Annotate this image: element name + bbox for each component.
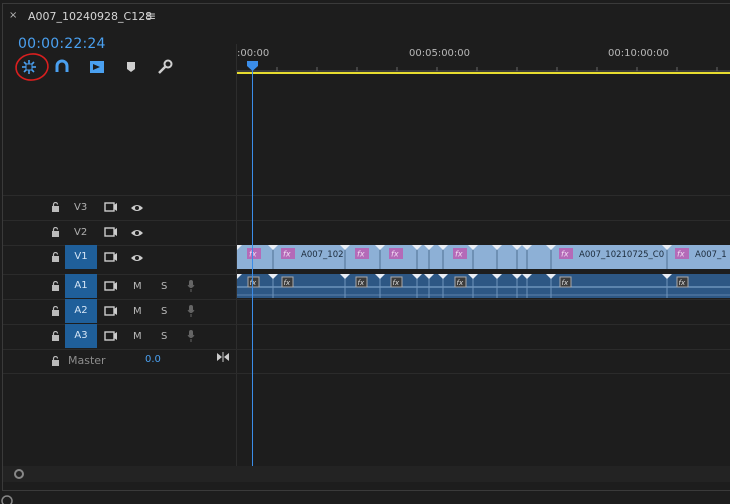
add-marker-icon[interactable] — [122, 58, 140, 76]
sync-lock-icon[interactable] — [104, 280, 118, 292]
linked-selection-icon[interactable] — [53, 58, 71, 76]
time-ruler[interactable] — [237, 60, 730, 72]
master-volume-value[interactable]: 0.0 — [145, 354, 161, 365]
svg-text:fx: fx — [250, 279, 257, 287]
svg-text:fx: fx — [677, 250, 685, 259]
solo-button[interactable]: S — [161, 281, 167, 292]
ruler-label-10min: 00:10:00:00 — [608, 48, 670, 59]
go-to-edit-icon[interactable] — [216, 352, 230, 362]
partial-icon — [1, 495, 13, 504]
track-label-v2: V2 — [74, 227, 88, 238]
timeline-settings-icon[interactable] — [156, 58, 174, 76]
track-target-a2[interactable]: A2 — [65, 299, 97, 323]
sync-lock-icon[interactable] — [104, 330, 118, 342]
svg-text:fx: fx — [284, 279, 291, 287]
playhead-handle[interactable] — [247, 61, 258, 71]
svg-text:fx: fx — [457, 279, 464, 287]
eye-icon[interactable] — [130, 228, 144, 238]
svg-text:fx: fx — [357, 250, 365, 259]
lock-icon[interactable] — [51, 331, 60, 341]
mute-button[interactable]: M — [133, 331, 142, 342]
svg-text:fx: fx — [679, 279, 686, 287]
lock-icon[interactable] — [51, 356, 60, 366]
microphone-icon[interactable] — [187, 280, 195, 292]
svg-text:fx: fx — [391, 250, 399, 259]
lock-icon[interactable] — [51, 227, 60, 237]
track-target-a3[interactable]: A3 — [65, 324, 97, 348]
track-label-v3: V3 — [74, 202, 88, 213]
panel-menu-icon[interactable]: ≡ — [146, 9, 156, 23]
mute-button[interactable]: M — [133, 281, 142, 292]
captions-icon[interactable] — [88, 58, 106, 76]
horizontal-zoom-scrollbar[interactable] — [3, 466, 730, 482]
sync-lock-icon[interactable] — [104, 226, 118, 238]
svg-text:fx: fx — [562, 279, 569, 287]
close-tab-icon[interactable]: × — [9, 10, 17, 21]
clip-name: A007_1 — [695, 250, 727, 260]
solo-button[interactable]: S — [161, 306, 167, 317]
sequence-tab-title[interactable]: A007_10240928_C128 — [28, 10, 152, 23]
master-track-label: Master — [68, 354, 106, 367]
mute-button[interactable]: M — [133, 306, 142, 317]
sync-lock-icon[interactable] — [104, 201, 118, 213]
clip-name: A007_102 — [301, 250, 344, 260]
track-row-master — [3, 349, 730, 374]
playhead-line[interactable] — [252, 66, 253, 468]
a1-clip-lane[interactable]: fx fx fx fx fx fx fx — [237, 274, 730, 298]
lock-icon[interactable] — [51, 306, 60, 316]
lock-icon[interactable] — [51, 202, 60, 212]
svg-text:fx: fx — [283, 250, 291, 259]
scroll-zoom-handle[interactable] — [14, 469, 24, 479]
work-area-bar[interactable] — [237, 72, 730, 74]
svg-text:fx: fx — [393, 279, 400, 287]
red-annotation-circle — [15, 53, 49, 81]
microphone-icon[interactable] — [187, 305, 195, 317]
microphone-icon[interactable] — [187, 330, 195, 342]
v1-clip-lane[interactable]: fxfxfx fxfxfx fx A007_102 A007_10210725_… — [237, 245, 730, 269]
track-target-a1[interactable]: A1 — [65, 274, 97, 298]
solo-button[interactable]: S — [161, 331, 167, 342]
sync-lock-icon[interactable] — [104, 251, 118, 263]
playhead-timecode[interactable]: 00:00:22:24 — [18, 36, 106, 52]
track-target-v1[interactable]: V1 — [65, 245, 97, 269]
svg-text:fx: fx — [561, 250, 569, 259]
eye-icon[interactable] — [130, 203, 144, 213]
svg-text:fx: fx — [455, 250, 463, 259]
ruler-label-5min: 00:05:00:00 — [409, 48, 471, 59]
ruler-label-start: :00:00 — [237, 48, 270, 59]
sync-lock-icon[interactable] — [104, 305, 118, 317]
lock-icon[interactable] — [51, 281, 60, 291]
lock-icon[interactable] — [51, 252, 60, 262]
svg-text:fx: fx — [358, 279, 365, 287]
clip-name: A007_10210725_C0 — [579, 250, 664, 260]
eye-icon[interactable] — [130, 253, 144, 263]
